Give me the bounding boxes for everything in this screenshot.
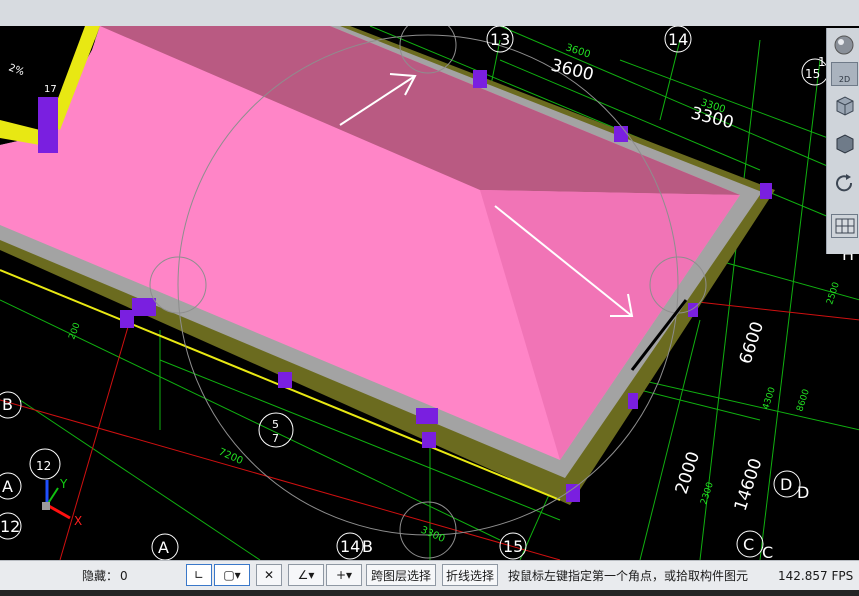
select-box-icon: ▢▾ <box>223 568 241 582</box>
dim-14600: 14600 <box>731 456 767 514</box>
misc-label-7: 7 <box>272 432 279 445</box>
misc-label-d: D <box>797 483 809 502</box>
dim-200: 200 <box>67 321 82 341</box>
dim-3300-bottom: 3300 <box>419 525 447 545</box>
axis-label-c: C <box>743 535 754 554</box>
drawing-canvas[interactable]: 13 14 15 H D C B A 12 A 14 B 15 17 5 7 D… <box>0 26 859 560</box>
dim-2500: 2500 <box>825 281 842 306</box>
ortho-icon: ∟ <box>193 568 205 582</box>
axis-label-14-bottom: 14 <box>340 537 360 556</box>
view-2d-button[interactable]: 2D <box>831 62 858 86</box>
axis-label-14: 14 <box>668 30 688 49</box>
dim-3600-small: 3600 <box>564 42 592 60</box>
cross-layer-select-button[interactable]: 跨图层选择 <box>366 564 436 586</box>
angle-dropdown[interactable]: ∠▾ <box>288 564 324 586</box>
hidden-count: 0 <box>120 569 128 583</box>
hidden-label: 隐藏： <box>82 569 119 583</box>
polyline-select-button[interactable]: 折线选择 <box>442 564 498 586</box>
angle-icon: ∠▾ <box>297 568 315 582</box>
axis-label-13: 13 <box>490 30 510 49</box>
grid-view-icon[interactable] <box>831 214 858 238</box>
line-style-icon: +▾ <box>335 568 353 582</box>
axis-label-b-bottom: B <box>362 537 373 556</box>
misc-label-17: 17 <box>44 84 57 95</box>
status-bar: 隐藏： 0 ∟ ▢▾ ✕ ∠▾ +▾ 跨图层选择 折线选择 按鼠标左键指定第一个… <box>0 560 859 591</box>
cad-viewport[interactable]: 13 14 15 H D C B A 12 A 14 B 15 17 5 7 D… <box>0 26 859 560</box>
misc-label-1: 1 <box>818 55 826 69</box>
misc-label-5: 5 <box>272 418 279 431</box>
axis-label-a-bottom: A <box>158 538 169 557</box>
command-prompt: 按鼠标左键指定第一个角点，或拾取构件图元 <box>508 569 749 583</box>
dim-3300-big: 3300 <box>689 103 736 133</box>
dim-4300: 4300 <box>761 386 778 411</box>
axis-label-15: 15 <box>805 67 820 81</box>
axis-bubble-12: 12 <box>36 459 51 473</box>
ortho-toggle-button[interactable]: ∟ <box>186 564 212 586</box>
axis-label-12-left: 12 <box>0 517 20 536</box>
cross-toggle-button[interactable]: ✕ <box>256 564 282 586</box>
view-nav-panel: 2D <box>826 28 859 254</box>
dim-8600: 8600 <box>795 388 812 413</box>
axis-label-15-bottom: 15 <box>503 537 523 556</box>
axis-label-a-left: A <box>2 477 13 496</box>
ucs-y-label: Y <box>59 477 68 491</box>
cross-icon: ✕ <box>263 568 275 582</box>
dim-2300: 2300 <box>699 481 716 506</box>
axis-label-d: D <box>780 475 792 494</box>
taskbar-strip <box>0 590 859 596</box>
view-2d-label: 2D <box>838 74 851 84</box>
ucs-icon: Y X <box>42 477 82 528</box>
orbit-ball-icon[interactable] <box>831 34 856 56</box>
select-box-dropdown[interactable]: ▢▾ <box>214 564 250 586</box>
fps-readout: 142.857 FPS <box>778 569 854 583</box>
view-box-icon[interactable] <box>831 132 856 154</box>
misc-label-c: C <box>762 543 773 560</box>
dim-2000: 2000 <box>672 449 704 496</box>
view-3d-cube-icon[interactable] <box>831 94 856 116</box>
wall-yellow-left <box>0 120 40 145</box>
top-toolbar <box>0 0 859 27</box>
line-style-dropdown[interactable]: +▾ <box>326 564 362 586</box>
slope-label: 2% <box>7 62 26 78</box>
axis-label-b-left: B <box>2 395 13 414</box>
dim-6600: 6600 <box>736 319 768 366</box>
rotate-view-icon[interactable] <box>831 172 856 194</box>
ucs-x-label: X <box>74 514 82 528</box>
